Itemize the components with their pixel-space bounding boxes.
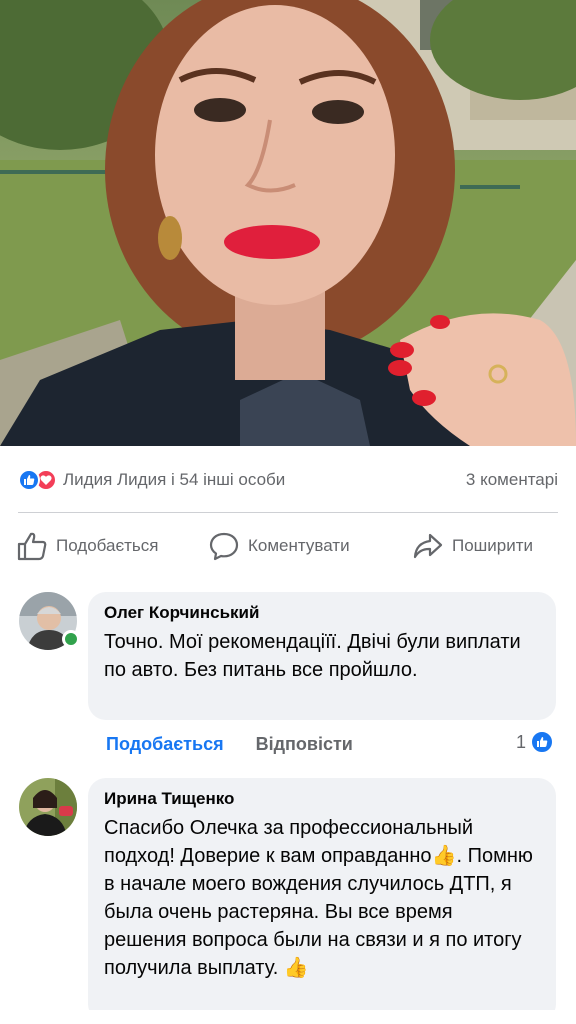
comment-bubble[interactable]: Олег Корчинський Точно. Мої рекомендації… bbox=[88, 592, 556, 720]
like-reaction-icon bbox=[530, 730, 555, 754]
like-button[interactable]: Подобається bbox=[16, 531, 159, 561]
share-icon bbox=[413, 533, 443, 559]
online-status-indicator bbox=[62, 630, 80, 648]
comment-text: Спасибо Олечка за профессиональный подхо… bbox=[104, 817, 533, 979]
comments-count[interactable]: 3 коментарі bbox=[466, 470, 558, 490]
comment-author[interactable]: Олег Корчинський bbox=[104, 602, 540, 624]
comment-author[interactable]: Ирина Тищенко bbox=[104, 788, 540, 810]
reactions-summary[interactable]: Лидия Лидия і 54 інші особи 3 коментарі bbox=[18, 466, 558, 494]
reactors-text[interactable]: Лидия Лидия і 54 інші особи bbox=[63, 470, 285, 490]
comment-actions: Подобається Відповісти bbox=[106, 734, 353, 755]
post-photo-image bbox=[0, 0, 576, 446]
comment-icon bbox=[209, 532, 239, 561]
comment-button[interactable]: Коментувати bbox=[208, 531, 350, 561]
share-button[interactable]: Поширити bbox=[412, 531, 533, 561]
comment-text: Точно. Мої рекомендаціїї. Двічі були вип… bbox=[104, 631, 521, 681]
divider bbox=[18, 512, 558, 513]
comment-button-label: Коментувати bbox=[248, 536, 350, 555]
thumbs-up-icon bbox=[17, 532, 47, 561]
comment-like-button[interactable]: Подобається bbox=[106, 734, 224, 755]
share-button-label: Поширити bbox=[452, 536, 534, 555]
post-photo[interactable] bbox=[0, 0, 576, 446]
comment-bubble[interactable]: Ирина Тищенко Спасибо Олечка за професси… bbox=[88, 778, 556, 1022]
like-reaction-icon bbox=[18, 469, 40, 491]
avatar[interactable] bbox=[19, 778, 77, 836]
comment-likes[interactable]: 1 bbox=[516, 730, 555, 754]
post-action-bar: Подобається Коментувати Поширити bbox=[0, 524, 576, 568]
comment-reply-button[interactable]: Відповісти bbox=[256, 734, 353, 755]
reaction-icons bbox=[18, 469, 57, 491]
like-button-label: Подобається bbox=[56, 536, 159, 555]
comment-likes-count: 1 bbox=[516, 731, 527, 752]
bottom-edge bbox=[0, 1010, 576, 1024]
